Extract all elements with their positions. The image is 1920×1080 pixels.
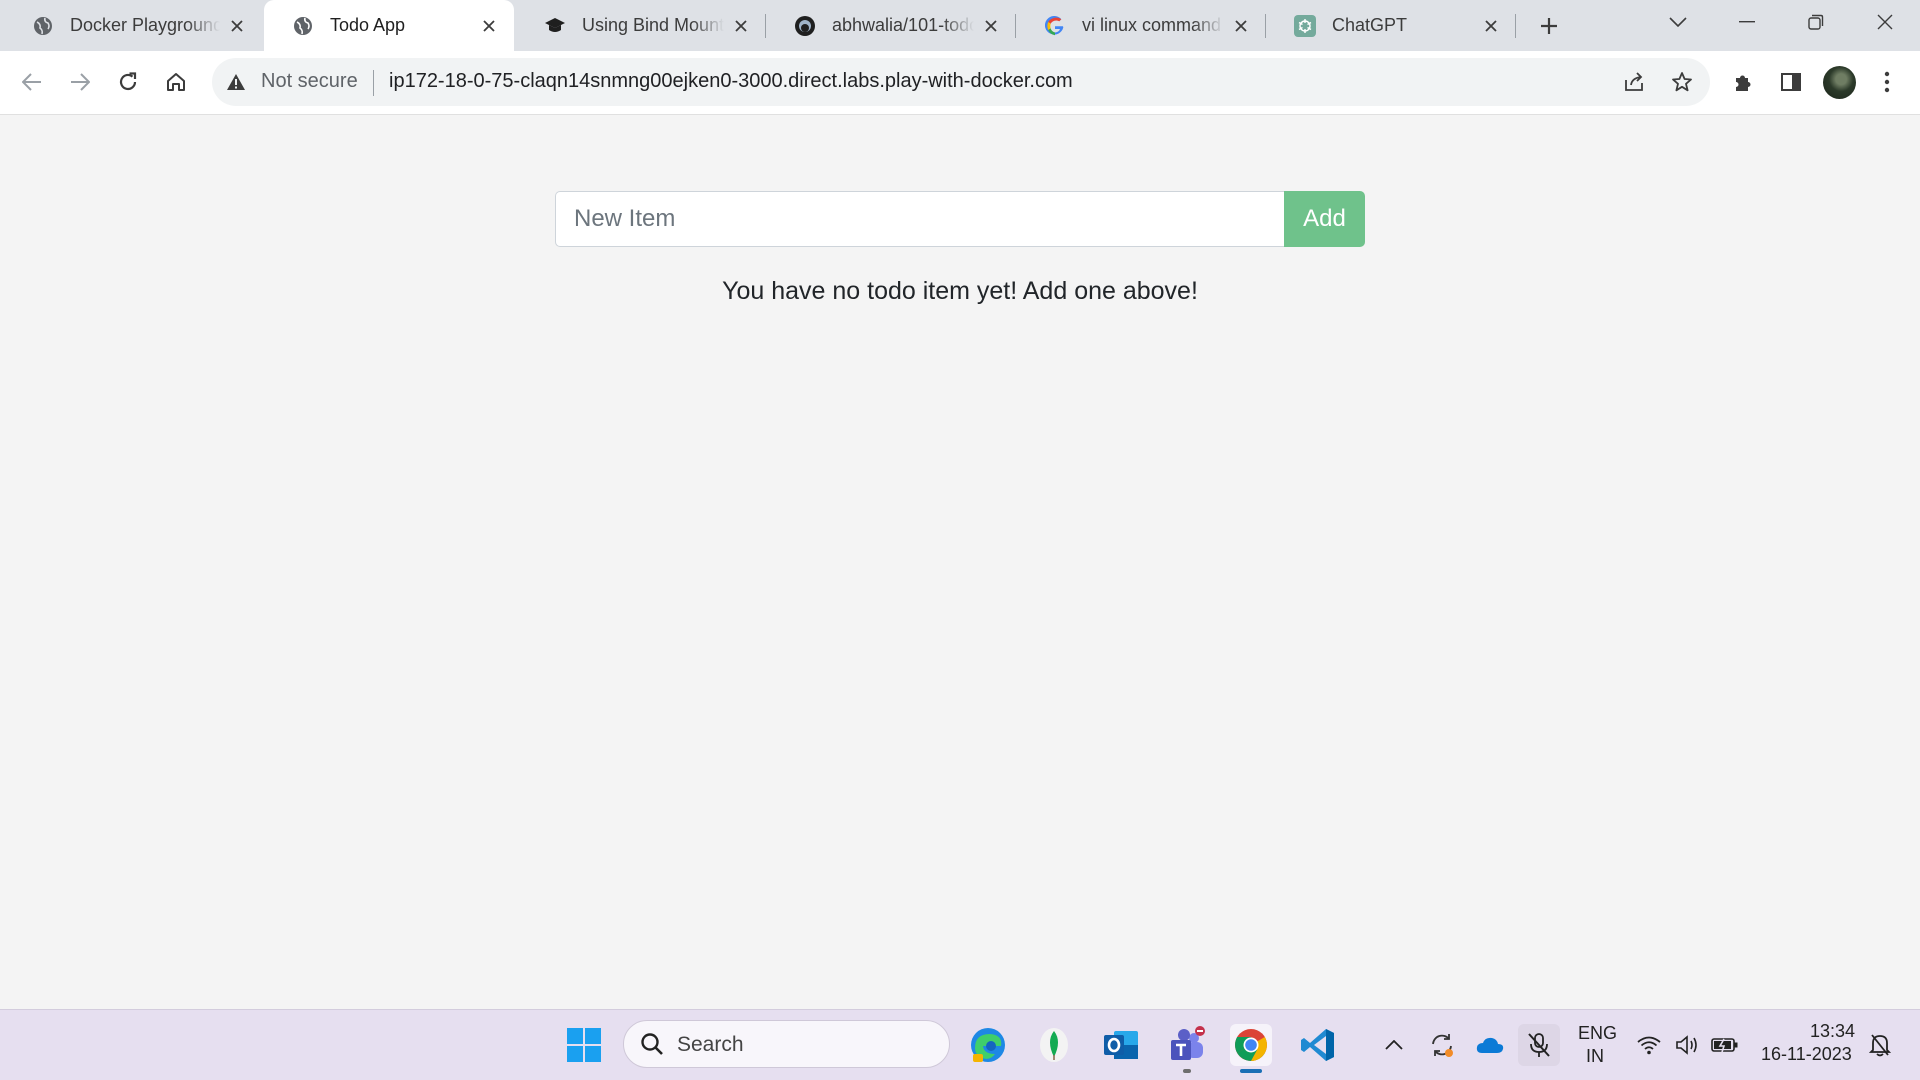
tab-search-chevron-icon[interactable] (1655, 4, 1701, 40)
onedrive-cloud-icon[interactable] (1469, 1024, 1511, 1066)
tab-todo-app[interactable]: Todo App (264, 0, 514, 51)
globe-icon (292, 15, 314, 37)
forward-button[interactable] (62, 64, 98, 100)
github-octocat-icon (794, 15, 816, 37)
vscode-icon[interactable] (1297, 1024, 1339, 1066)
bookmark-star-icon[interactable] (1664, 64, 1700, 100)
tab-title: Using Bind Mounts (582, 15, 724, 35)
sync-icon[interactable] (1421, 1024, 1463, 1066)
empty-state-message: You have no todo item yet! Add one above… (0, 277, 1920, 306)
tab-title: Docker Playground (70, 15, 220, 35)
tab-using-bind-mounts[interactable]: Using Bind Mounts (516, 0, 766, 51)
empty-state-text: You have no todo item yet! Add one above… (722, 277, 1198, 305)
tab-separator (1515, 14, 1516, 38)
security-status-label[interactable]: Not secure (261, 70, 358, 93)
close-tab-icon[interactable] (226, 15, 248, 37)
chrome-active-indicator (1240, 1069, 1262, 1073)
windows-start-icon[interactable] (563, 1024, 605, 1066)
tab-github-repo[interactable]: abhwalia/101-todo (766, 0, 1016, 51)
google-g-icon (1044, 15, 1066, 37)
search-icon (631, 1023, 673, 1065)
tab-separator (1265, 14, 1266, 38)
new-item-input[interactable] (555, 191, 1285, 247)
tab-google-search[interactable]: vi linux command (1016, 0, 1266, 51)
tab-separator (765, 14, 766, 38)
add-item-button[interactable]: Add (1284, 191, 1365, 247)
address-separator (373, 70, 374, 96)
tab-docker-playground[interactable]: Docker Playground (4, 0, 262, 51)
taskbar-search-label: Search (677, 1033, 744, 1056)
edge-icon[interactable] (967, 1024, 1009, 1066)
globe-icon (32, 15, 54, 37)
menu-kebab-icon[interactable] (1869, 64, 1905, 100)
outlook-icon[interactable] (1100, 1024, 1142, 1066)
restore-button[interactable] (1793, 4, 1839, 40)
notifications-bell-icon[interactable] (1862, 1024, 1898, 1066)
back-button[interactable] (14, 64, 50, 100)
language-indicator-line1[interactable]: ENG (1578, 1023, 1617, 1044)
tab-title: abhwalia/101-todo (832, 15, 974, 35)
teams-icon[interactable] (1166, 1024, 1208, 1066)
home-button[interactable] (158, 64, 194, 100)
close-tab-icon[interactable] (730, 15, 752, 37)
close-window-button[interactable] (1862, 4, 1908, 40)
reload-button[interactable] (110, 64, 146, 100)
show-hidden-icons-chevron[interactable] (1373, 1024, 1415, 1066)
close-tab-icon[interactable] (1480, 15, 1502, 37)
teams-running-indicator (1183, 1069, 1191, 1073)
microphone-muted-icon[interactable] (1518, 1024, 1560, 1066)
tab-separator (1015, 14, 1016, 38)
profile-avatar[interactable] (1823, 66, 1856, 99)
battery-charging-icon[interactable] (1707, 1024, 1743, 1066)
warning-triangle-icon[interactable] (225, 71, 247, 93)
tab-title: ChatGPT (1332, 15, 1408, 35)
language-indicator-line2[interactable]: IN (1586, 1046, 1604, 1067)
chatgpt-icon (1294, 14, 1316, 37)
close-tab-icon[interactable] (478, 15, 500, 37)
clock-date[interactable]: 16-11-2023 (1761, 1044, 1852, 1065)
mongodb-compass-icon[interactable] (1033, 1024, 1075, 1066)
tab-chatgpt[interactable]: ChatGPT (1266, 0, 1516, 51)
tab-title: Todo App (330, 15, 406, 35)
tab-title: vi linux command (1082, 15, 1222, 35)
side-panel-icon[interactable] (1773, 64, 1809, 100)
volume-icon[interactable] (1670, 1024, 1706, 1066)
new-tab-button[interactable] (1533, 10, 1565, 42)
chrome-icon[interactable] (1230, 1024, 1272, 1066)
share-icon[interactable] (1616, 64, 1652, 100)
close-tab-icon[interactable] (1230, 15, 1252, 37)
wifi-icon[interactable] (1631, 1024, 1667, 1066)
clock-time[interactable]: 13:34 (1810, 1021, 1855, 1042)
minimize-button[interactable] (1724, 4, 1770, 40)
graduation-cap-icon (544, 15, 566, 37)
url-text[interactable]: ip172-18-0-75-claqn14snmng00ejken0-3000.… (389, 70, 1073, 93)
close-tab-icon[interactable] (980, 15, 1002, 37)
extensions-puzzle-icon[interactable] (1725, 64, 1761, 100)
